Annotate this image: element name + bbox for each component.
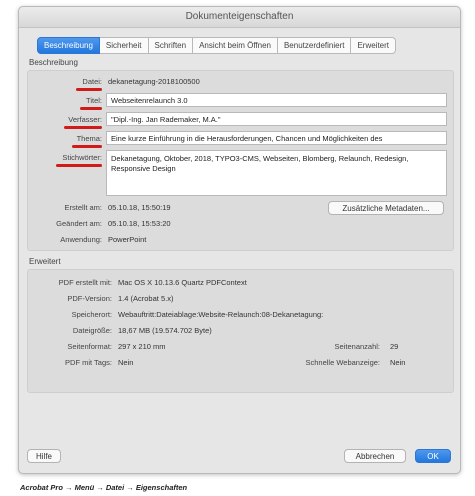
verfasser-highlight — [64, 126, 102, 129]
tab-schriften[interactable]: Schriften — [148, 37, 194, 54]
tab-erweitert[interactable]: Erweitert — [351, 37, 397, 54]
beschreibung-group: Datei: dekanetagung-2018100500 Titel: We… — [27, 70, 454, 251]
beschreibung-heading: Beschreibung — [29, 58, 78, 67]
verfasser-field[interactable]: "Dipl.-Ing. Jan Rademaker, M.A." — [106, 112, 447, 126]
pdf-version-label: PDF-Version: — [67, 294, 112, 303]
menu-path-caption: Acrobat Pro → Menü → Datei → Eigenschaft… — [20, 483, 188, 492]
stichwoerter-label: Stichwörter: — [62, 153, 102, 162]
help-button[interactable]: Hilfe — [27, 449, 61, 463]
anwendung-label: Anwendung: — [60, 235, 102, 244]
tab-bar: Beschreibung Sicherheit Schriften Ansich… — [37, 37, 397, 54]
tab-benutzerdefiniert[interactable]: Benutzerdefiniert — [277, 37, 352, 54]
datei-label: Datei: — [82, 77, 102, 86]
pdf-erstellt-label: PDF erstellt mit: — [58, 278, 112, 287]
pdf-version-value: 1.4 (Acrobat 5.x) — [118, 294, 174, 303]
titel-field[interactable]: Webseitenrelaunch 3.0 — [106, 93, 447, 107]
additional-metadata-button[interactable]: Zusätzliche Metadaten... — [328, 201, 444, 215]
tab-ansicht-beim-oeffnen[interactable]: Ansicht beim Öffnen — [193, 37, 278, 54]
dateigroesse-value: 18,67 MB (19.574.702 Byte) — [118, 326, 212, 335]
pdf-erstellt-value: Mac OS X 10.13.6 Quartz PDFContext — [118, 278, 247, 287]
pdf-tags-label: PDF mit Tags: — [65, 358, 112, 367]
dateigroesse-label: Dateigröße: — [72, 326, 112, 335]
datei-value: dekanetagung-2018100500 — [108, 77, 200, 86]
erweitert-group: PDF erstellt mit: Mac OS X 10.13.6 Quart… — [27, 269, 454, 393]
tab-sicherheit[interactable]: Sicherheit — [99, 37, 149, 54]
thema-highlight — [72, 145, 102, 148]
titel-label: Titel: — [86, 96, 102, 105]
speicherort-label: Speicherort: — [71, 310, 112, 319]
pdf-tags-value: Nein — [118, 358, 134, 367]
erstellt-value: 05.10.18, 15:50:19 — [108, 203, 171, 212]
erstellt-label: Erstellt am: — [64, 203, 102, 212]
thema-label: Thema: — [76, 134, 102, 143]
document-properties-dialog: Dokumenteigenschaften Beschreibung Siche… — [18, 6, 461, 474]
verfasser-label: Verfasser: — [68, 115, 102, 124]
geaendert-value: 05.10.18, 15:53:20 — [108, 219, 171, 228]
seitenanzahl-value: 29 — [390, 342, 399, 351]
cancel-button[interactable]: Abbrechen — [344, 449, 406, 463]
tab-beschreibung[interactable]: Beschreibung — [37, 37, 100, 54]
geaendert-label: Geändert am: — [56, 219, 102, 228]
speicherort-value: Webauftritt:Dateiablage:Website-Relaunch… — [118, 310, 324, 319]
erweitert-heading: Erweitert — [29, 257, 61, 266]
anwendung-value: PowerPoint — [108, 235, 147, 244]
seitenformat-label: Seitenformat: — [67, 342, 112, 351]
seitenformat-value: 297 x 210 mm — [118, 342, 166, 351]
schnelle-webanzeige-value: Nein — [390, 358, 406, 367]
ok-button[interactable]: OK — [415, 449, 451, 463]
datei-highlight — [76, 88, 102, 91]
seitenanzahl-label: Seitenanzahl: — [334, 342, 380, 351]
dialog-title: Dokumenteigenschaften — [19, 7, 460, 28]
thema-field[interactable]: Eine kurze Einführung in die Herausforde… — [106, 131, 447, 145]
titel-highlight — [80, 107, 102, 110]
stichwoerter-field[interactable]: Dekanetagung, Oktober, 2018, TYPO3-CMS, … — [106, 150, 447, 196]
stichwoerter-highlight — [56, 164, 102, 167]
schnelle-webanzeige-label: Schnelle Webanzeige: — [305, 358, 381, 367]
